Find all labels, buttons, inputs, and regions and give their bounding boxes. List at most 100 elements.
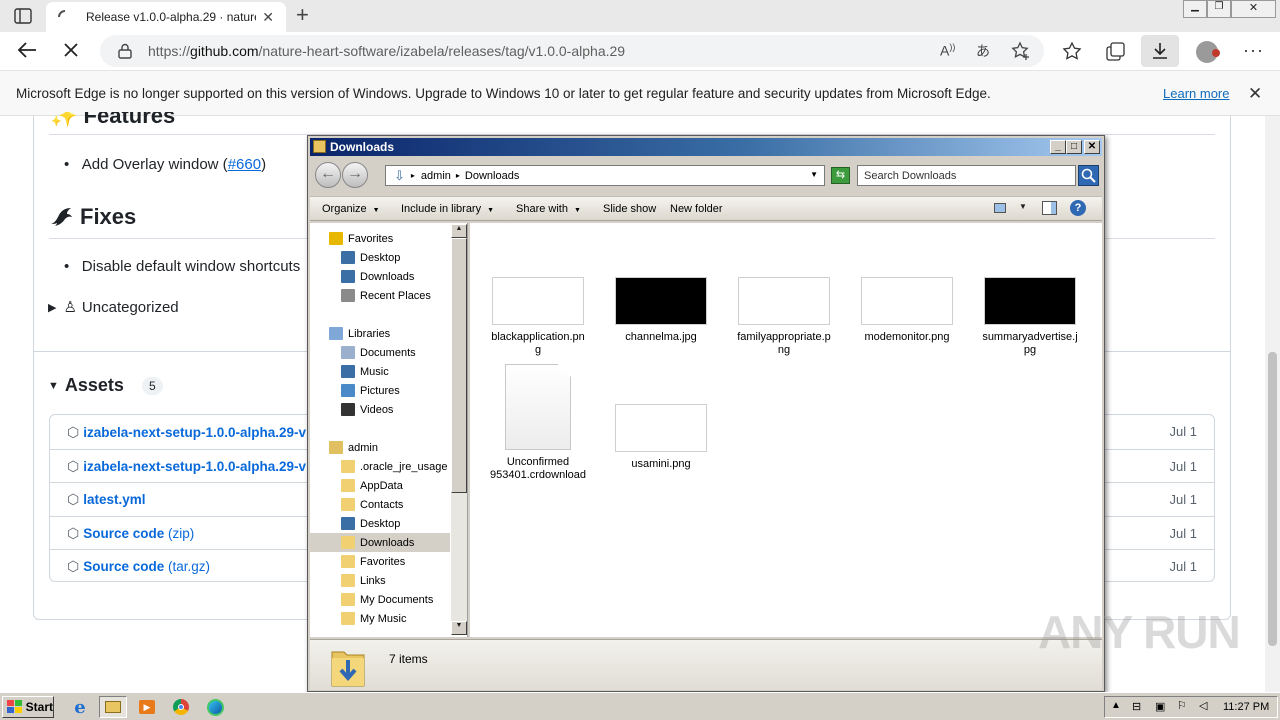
asset-suffix[interactable]: (zip) — [164, 526, 194, 541]
explorer-address-bar[interactable]: ⇩ ▸ admin ▸ Downloads ▼ — [385, 165, 825, 186]
nav-item-music[interactable]: Music — [310, 362, 450, 381]
collections-icon[interactable] — [1106, 42, 1126, 61]
command-new-folder[interactable]: New folder — [670, 203, 723, 215]
address-dropdown-icon[interactable]: ▼ — [810, 170, 818, 179]
explorer-search-input[interactable]: Search Downloads — [857, 165, 1076, 186]
back-icon[interactable] — [17, 41, 37, 59]
explorer-taskbar-icon[interactable] — [99, 696, 127, 718]
tray-expand-icon[interactable]: ▲ — [1111, 700, 1121, 711]
page-scrollbar[interactable] — [1265, 116, 1280, 692]
scroll-thumb[interactable] — [451, 238, 467, 493]
nav-item-recent-places[interactable]: Recent Places — [310, 286, 450, 305]
command-share-with[interactable]: Share with ▼ — [516, 203, 581, 215]
profile-avatar[interactable] — [1196, 41, 1220, 63]
lock-icon[interactable] — [118, 43, 132, 59]
browser-tab[interactable]: Release v1.0.0-alpha.29 · nature-h ✕ — [46, 2, 286, 32]
asset-name[interactable]: izabela-next-setup-1.0.0-alpha.29-v — [83, 459, 306, 474]
explorer-close-icon[interactable]: ✕ — [1084, 140, 1100, 154]
action-center-flag-icon[interactable]: ⚐ — [1177, 699, 1187, 712]
view-dropdown-icon[interactable]: ▼ — [1019, 202, 1027, 211]
nav-item-downloads[interactable]: Downloads — [310, 533, 450, 552]
nav-item-videos[interactable]: Videos — [310, 400, 450, 419]
search-icon[interactable] — [1078, 165, 1099, 186]
file-item[interactable]: familyappropriate.p ng — [731, 277, 837, 357]
start-button[interactable]: Start — [2, 696, 54, 718]
file-item[interactable]: blackapplication.pn g — [485, 277, 591, 357]
tab-strip: Release v1.0.0-alpha.29 · nature-h ✕ + ▁… — [0, 0, 1280, 32]
nav-item-admin[interactable]: admin — [310, 438, 450, 457]
media-player-icon[interactable]: ▶ — [133, 696, 161, 718]
chrome-icon[interactable] — [167, 696, 195, 718]
refresh-icon[interactable]: ⇆ — [831, 167, 850, 184]
nav-item-desktop[interactable]: Desktop — [310, 248, 450, 267]
explorer-minimize-icon[interactable]: _ — [1050, 140, 1066, 154]
restore-icon[interactable]: ❐ — [1207, 0, 1231, 18]
file-item[interactable]: usamini.png — [608, 404, 714, 471]
nav-item-libraries[interactable]: Libraries — [310, 324, 450, 343]
help-icon[interactable]: ? — [1070, 200, 1086, 216]
nav-item-favorites[interactable]: Favorites — [310, 552, 450, 571]
more-menu-icon[interactable]: ··· — [1243, 40, 1264, 61]
nav-item-contacts[interactable]: Contacts — [310, 495, 450, 514]
nav-item-desktop[interactable]: Desktop — [310, 514, 450, 533]
preview-pane-icon[interactable] — [1042, 201, 1057, 215]
nav-item-links[interactable]: Links — [310, 571, 450, 590]
scroll-up-icon[interactable]: ▲ — [451, 224, 467, 238]
nav-scrollbar[interactable]: ▲ ▼ — [451, 224, 467, 635]
nav-item-downloads[interactable]: Downloads — [310, 267, 450, 286]
breadcrumb-downloads[interactable]: Downloads — [465, 170, 519, 182]
explorer-forward-icon[interactable]: → — [342, 162, 368, 188]
translate-icon[interactable]: あ — [976, 41, 990, 61]
uncategorized-toggle[interactable]: ▶ ♙ Uncategorized — [48, 298, 179, 317]
file-item[interactable]: modemonitor.png — [854, 277, 960, 344]
nav-item-documents[interactable]: Documents — [310, 343, 450, 362]
clock[interactable]: 11:27 PM — [1223, 701, 1269, 713]
nav-item-my-music[interactable]: My Music — [310, 609, 450, 628]
nav-item-oracle-jre-usage[interactable]: .oracle_jre_usage — [310, 457, 450, 476]
issue-link-660[interactable]: #660 — [228, 156, 261, 173]
asset-suffix[interactable]: (tar.gz) — [164, 559, 210, 574]
nav-item-my-documents[interactable]: My Documents — [310, 590, 450, 609]
breadcrumb-admin[interactable]: admin — [421, 170, 451, 182]
edge-icon[interactable] — [201, 696, 229, 718]
minimize-icon[interactable]: ▁ — [1183, 0, 1207, 18]
learn-more-link[interactable]: Learn more — [1163, 86, 1229, 101]
file-item[interactable]: channelma.jpg — [608, 277, 714, 344]
asset-name[interactable]: latest.yml — [83, 492, 145, 507]
downloads-explorer-window[interactable]: Downloads _ □ ✕ ← → ⇩ ▸ admin ▸ Download… — [307, 135, 1105, 692]
tab-close-icon[interactable]: ✕ — [262, 9, 274, 26]
network-adapter-icon[interactable]: ▣ — [1155, 700, 1165, 713]
downloads-button[interactable] — [1141, 35, 1179, 67]
file-item[interactable]: Unconfirmed 953401.crdownload — [485, 364, 591, 482]
asset-name[interactable]: Source code — [83, 526, 164, 541]
stop-loading-icon[interactable] — [62, 41, 80, 59]
address-bar[interactable]: https://github.com/nature-heart-software… — [100, 35, 1044, 67]
nav-item-appdata[interactable]: AppData — [310, 476, 450, 495]
assets-toggle[interactable]: ▼ Assets 5 — [48, 375, 163, 396]
asset-name[interactable]: izabela-next-setup-1.0.0-alpha.29-v — [83, 425, 306, 440]
page-scroll-thumb[interactable] — [1268, 352, 1277, 646]
scroll-down-icon[interactable]: ▼ — [451, 621, 467, 635]
change-view-icon[interactable] — [994, 203, 1006, 213]
asset-name[interactable]: Source code — [83, 559, 164, 574]
internet-explorer-icon[interactable]: e — [66, 696, 94, 718]
command-slide-show[interactable]: Slide show — [603, 203, 656, 215]
file-item[interactable]: summaryadvertise.j pg — [977, 277, 1083, 357]
network-icon[interactable]: ⊟ — [1132, 700, 1141, 713]
nav-item-pictures[interactable]: Pictures — [310, 381, 450, 400]
url-prefix: https:// — [148, 43, 191, 59]
explorer-back-icon[interactable]: ← — [315, 162, 341, 188]
new-tab-icon[interactable]: + — [296, 4, 309, 26]
favorites-icon[interactable] — [1062, 42, 1082, 61]
add-favorite-icon[interactable] — [1011, 41, 1031, 61]
tab-actions-icon[interactable] — [14, 8, 32, 24]
infobar-close-icon[interactable]: ✕ — [1248, 84, 1262, 104]
command-organize[interactable]: Organize ▼ — [322, 203, 380, 215]
explorer-maximize-icon[interactable]: □ — [1066, 140, 1082, 154]
close-window-icon[interactable]: ✕ — [1231, 0, 1276, 18]
read-aloud-icon[interactable]: A)) — [940, 42, 955, 59]
window-title-bar[interactable]: Downloads — [310, 138, 1102, 156]
command-include-in-library[interactable]: Include in library ▼ — [401, 203, 494, 215]
volume-icon[interactable]: ◁ — [1199, 699, 1207, 712]
nav-item-favorites[interactable]: Favorites — [310, 229, 450, 248]
